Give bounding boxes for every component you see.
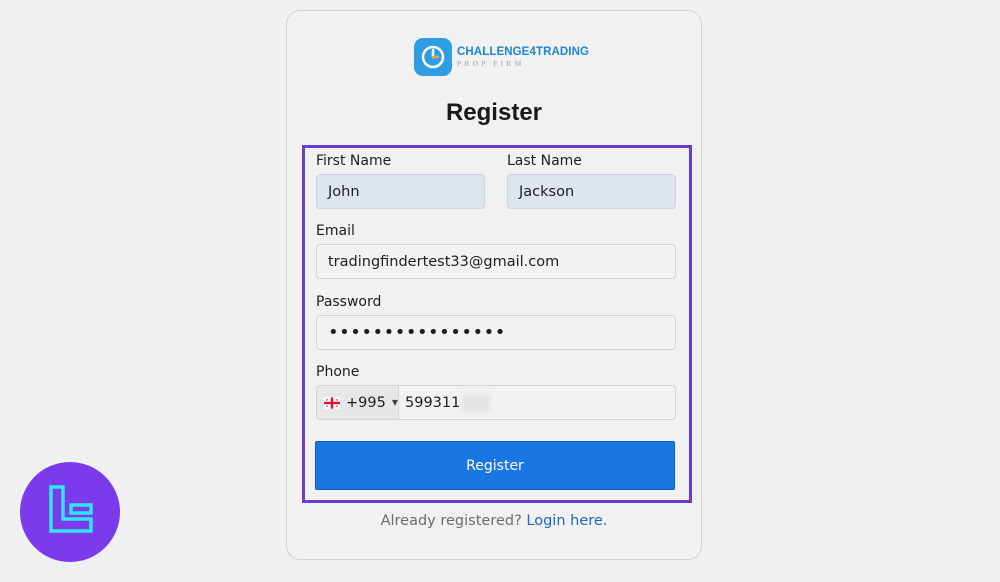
- challenge4trading-logo-icon: [414, 38, 452, 76]
- country-code-select[interactable]: +995 ▼: [317, 386, 399, 419]
- brand-badge-icon: [20, 462, 120, 562]
- login-link[interactable]: Login here.: [526, 513, 607, 529]
- register-card: CHALLENGE4TRADING PROP FIRM Register Fir…: [286, 10, 702, 560]
- last-name-label: Last Name: [507, 153, 582, 169]
- password-label: Password: [316, 294, 382, 310]
- country-code: +995: [346, 394, 386, 411]
- first-name-input[interactable]: John: [316, 174, 485, 209]
- phone-value: 599311: [405, 394, 461, 411]
- register-button[interactable]: Register: [315, 441, 675, 490]
- redacted-phone-digits: [462, 393, 491, 412]
- logo: CHALLENGE4TRADING PROP FIRM: [414, 38, 589, 76]
- last-name-value: Jackson: [519, 183, 575, 200]
- password-input[interactable]: ••••••••••••••••: [316, 315, 676, 350]
- email-input[interactable]: tradingfindertest33@gmail.com: [316, 244, 676, 279]
- password-value: ••••••••••••••••: [328, 322, 506, 343]
- first-name-label: First Name: [316, 153, 392, 169]
- caret-down-icon: ▼: [391, 398, 398, 407]
- email-label: Email: [316, 223, 355, 239]
- phone-input[interactable]: +995 ▼ 599311: [316, 385, 676, 420]
- georgia-flag-icon: [324, 396, 341, 409]
- logo-subtitle: PROP FIRM: [457, 59, 525, 68]
- phone-label: Phone: [316, 364, 360, 380]
- first-name-value: John: [328, 183, 360, 200]
- logo-text: CHALLENGE4TRADING PROP FIRM: [457, 45, 590, 68]
- logo-title: CHALLENGE4TRADING: [457, 45, 590, 58]
- last-name-input[interactable]: Jackson: [507, 174, 676, 209]
- email-value: tradingfindertest33@gmail.com: [328, 253, 560, 270]
- login-prompt: Already registered? Login here.: [287, 513, 701, 529]
- page-title: Register: [445, 99, 543, 126]
- login-prompt-text: Already registered?: [380, 513, 522, 529]
